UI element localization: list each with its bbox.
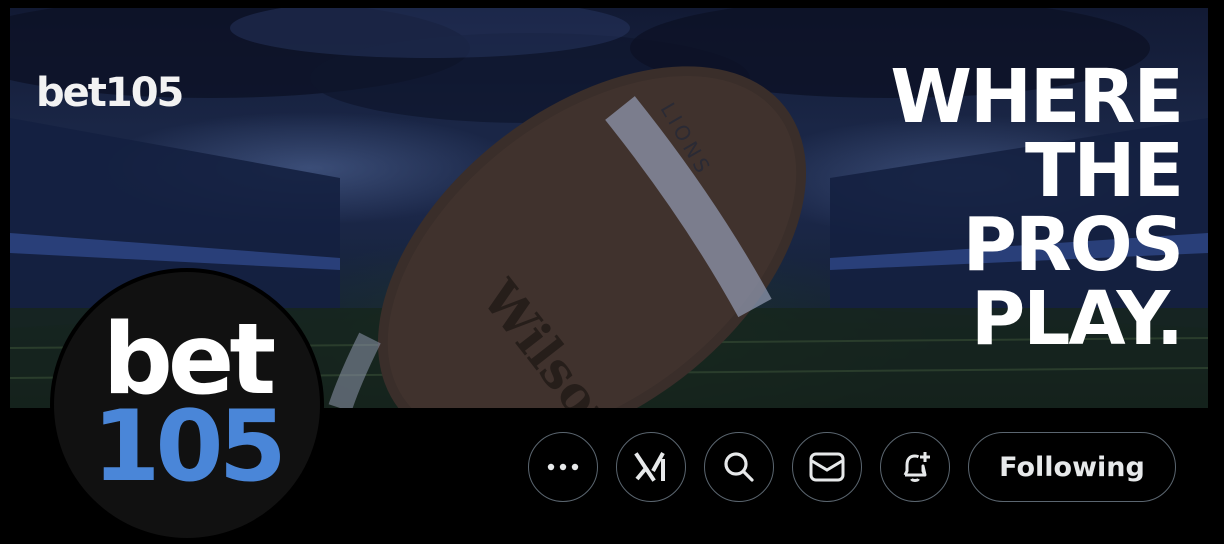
headline-line: PLAY. <box>970 276 1184 362</box>
search-icon <box>724 452 754 482</box>
banner-headline: WHERE THE PROS PLAY. <box>862 54 1184 362</box>
headline-line: WHERE <box>890 54 1184 140</box>
following-button[interactable]: Following <box>968 432 1176 502</box>
grok-icon <box>634 452 665 482</box>
headline-line: PROS <box>962 202 1184 288</box>
more-horizontal-icon <box>547 463 579 471</box>
envelope-icon <box>809 452 845 482</box>
grok-button[interactable] <box>616 432 686 502</box>
message-button[interactable] <box>792 432 862 502</box>
avatar-logo-line2: 105 <box>92 390 287 504</box>
banner-logo: bet105 <box>36 70 184 116</box>
headline-line: THE <box>1025 128 1184 214</box>
search-button[interactable] <box>704 432 774 502</box>
profile-avatar[interactable]: bet 105 <box>50 268 324 542</box>
notifications-button[interactable] <box>880 432 950 502</box>
more-button[interactable] <box>528 432 598 502</box>
avatar-logo: bet 105 <box>54 311 320 504</box>
bell-plus-icon <box>903 452 930 482</box>
